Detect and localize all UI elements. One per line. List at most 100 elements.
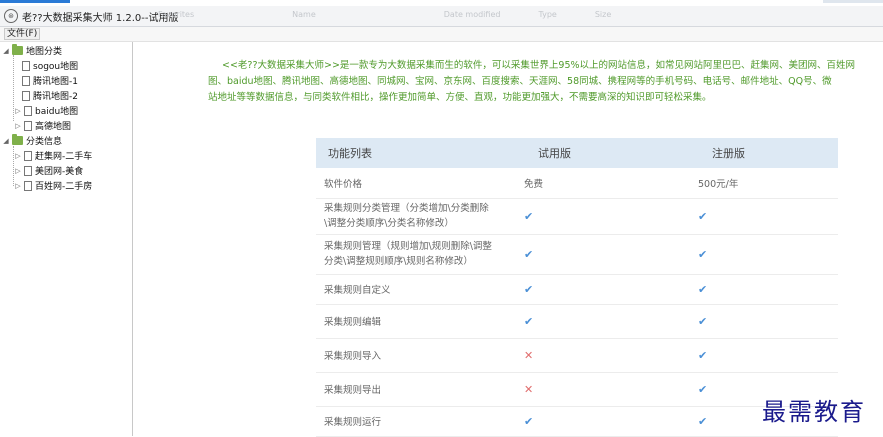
trial-cell: 免费 — [524, 168, 698, 199]
ghost-tab: Type — [538, 10, 557, 19]
registered-cell: ✔ — [698, 304, 838, 339]
collapse-triangle-icon[interactable]: ◢ — [2, 137, 10, 145]
table-row: 采集规则导入 ✕ ✔ — [316, 338, 838, 373]
document-icon — [22, 90, 30, 101]
feature-cell: 采集规则导入 — [316, 338, 524, 373]
feature-text: \调整分类顺序\分类名称修改） — [324, 218, 454, 229]
tree-item-tencent-map-1[interactable]: 腾讯地图-1 — [20, 74, 78, 87]
tree-item-sogou-map[interactable]: sogou地图 — [20, 59, 78, 72]
trial-cell: ✔ — [524, 274, 698, 305]
feature-cell: 软件价格 — [316, 168, 524, 199]
category-tree: ◢ 地图分类 sogou地图 腾讯地图-1 腾讯地图-2 ▷ baidu地图 ▷… — [0, 42, 133, 436]
watermark-text: 最需教育 — [762, 398, 866, 426]
tree-label: 百姓网-二手房 — [35, 182, 93, 192]
tree-label: 地图分类 — [26, 47, 63, 57]
intro-line: 站地址等等数据信息，与同类软件相比，操作更加简单、方便、直观，功能更加强大，不需… — [208, 92, 712, 103]
tree-item-ganji-used-car[interactable]: ▷ 赶集网-二手车 — [14, 149, 92, 162]
trial-cell: ✕ — [524, 338, 698, 373]
feature-cell: 采集规则管理（规则增加\规则删除\调整 分类\调整规则顺序\规则名称修改） — [316, 234, 524, 275]
feature-comparison-table: 功能列表 试用版 注册版 软件价格 免费 500元/年 采集规则分类管理（分类增… — [316, 138, 838, 437]
tree-label: 腾讯地图-2 — [33, 92, 78, 102]
table-header-row: 功能列表 试用版 注册版 — [316, 138, 838, 168]
collapse-triangle-icon[interactable]: ◢ — [2, 47, 10, 55]
check-icon: ✔ — [524, 414, 534, 428]
registered-cell: ✔ — [698, 234, 838, 275]
table-row: 采集规则分类管理（分类增加\分类删除 \调整分类顺序\分类名称修改） ✔ ✔ — [316, 198, 838, 235]
registered-cell: ✔ — [698, 338, 838, 373]
feature-cell: 采集规则编辑 — [316, 304, 524, 339]
check-icon: ✔ — [524, 209, 534, 223]
table-row: 采集规则运行 ✔ ✔ — [316, 406, 838, 437]
expand-triangle-icon[interactable]: ▷ — [14, 107, 22, 115]
check-icon: ✔ — [698, 209, 708, 223]
expand-triangle-icon[interactable]: ▷ — [14, 167, 22, 175]
document-icon — [24, 180, 32, 191]
taskbar-accent — [0, 0, 70, 3]
column-header-registered: 注册版 — [712, 147, 745, 160]
tree-label: 腾讯地图-1 — [33, 77, 78, 87]
feature-cell: 采集规则自定义 — [316, 274, 524, 305]
check-icon: ✔ — [698, 282, 708, 296]
registered-cell: ✔ — [698, 274, 838, 305]
tree-label: 高德地图 — [35, 122, 72, 132]
feature-text: 采集规则管理（规则增加\规则删除\调整 — [324, 241, 492, 252]
registered-cell: 500元/年 — [698, 168, 838, 199]
tree-item-gaode-map[interactable]: ▷ 高德地图 — [14, 119, 71, 132]
check-icon: ✔ — [524, 282, 534, 296]
expand-triangle-icon[interactable]: ▷ — [14, 122, 22, 130]
column-header-trial: 试用版 — [538, 147, 571, 160]
document-icon — [22, 75, 30, 86]
trial-cell: ✔ — [524, 304, 698, 339]
tree-item-tencent-map-2[interactable]: 腾讯地图-2 — [20, 89, 78, 102]
menu-file[interactable]: 文件(F) — [4, 28, 41, 40]
tree-folder-map[interactable]: ◢ 地图分类 — [2, 44, 62, 57]
document-icon — [24, 150, 32, 161]
background-column-headers: Favorites Name Date modified Type Size — [150, 10, 641, 19]
trial-cell: ✕ — [524, 372, 698, 407]
check-icon: ✔ — [698, 314, 708, 328]
ghost-tab: Favorites — [158, 10, 195, 19]
title-bar: ⊛ 老??大数据采集大师 1.2.0--试用版 Favorites Name D… — [0, 6, 883, 27]
check-icon: ✔ — [524, 314, 534, 328]
tree-item-baixing-used-house[interactable]: ▷ 百姓网-二手房 — [14, 179, 92, 192]
tree-item-meituan-food[interactable]: ▷ 美团网-美食 — [14, 164, 83, 177]
folder-icon — [12, 134, 23, 145]
tree-label: 美团网-美食 — [35, 167, 84, 177]
tree-label: baidu地图 — [35, 107, 79, 117]
expand-triangle-icon[interactable]: ▷ — [14, 182, 22, 190]
table-row: 采集规则编辑 ✔ ✔ — [316, 304, 838, 339]
registered-cell: ✔ — [698, 198, 838, 235]
intro-text: <<老??大数据采集大师>>是一款专为大数据采集而生的软件，可以采集世界上95%… — [208, 58, 882, 106]
feature-text: 采集规则分类管理（分类增加\分类删除 — [324, 203, 489, 214]
folder-icon — [12, 44, 23, 55]
expand-triangle-icon[interactable]: ▷ — [14, 152, 22, 160]
document-icon — [24, 165, 32, 176]
trial-cell: ✔ — [524, 406, 698, 437]
app-logo-icon: ⊛ — [4, 9, 18, 23]
document-icon — [22, 60, 30, 71]
menu-bar: 文件(F) — [0, 27, 883, 42]
table-row: 采集规则自定义 ✔ ✔ — [316, 274, 838, 305]
table-row: 软件价格 免费 500元/年 — [316, 168, 838, 199]
document-icon — [24, 105, 32, 116]
feature-cell: 采集规则导出 — [316, 372, 524, 407]
cross-icon: ✕ — [524, 382, 534, 396]
tree-label: sogou地图 — [33, 62, 79, 72]
check-icon: ✔ — [698, 382, 708, 396]
document-icon — [24, 120, 32, 131]
table-row: 采集规则管理（规则增加\规则删除\调整 分类\调整规则顺序\规则名称修改） ✔ … — [316, 234, 838, 275]
check-icon: ✔ — [524, 247, 534, 261]
check-icon: ✔ — [698, 247, 708, 261]
tree-folder-classifieds[interactable]: ◢ 分类信息 — [2, 134, 62, 147]
column-header-feature: 功能列表 — [328, 147, 372, 160]
check-icon: ✔ — [698, 348, 708, 362]
table-row: 采集规则导出 ✕ ✔ — [316, 372, 838, 407]
trial-cell: ✔ — [524, 198, 698, 235]
cross-icon: ✕ — [524, 348, 534, 362]
taskbar-accent-right — [823, 0, 883, 3]
ghost-tab: Size — [594, 10, 612, 19]
feature-cell: 采集规则运行 — [316, 406, 524, 437]
ghost-tab: Date modified — [443, 10, 501, 19]
intro-line: 图、baidu地图、腾讯地图、高德地图、同城网、宝网、京东网、百度搜索、天涯网、… — [208, 76, 832, 87]
tree-item-baidu-map[interactable]: ▷ baidu地图 — [14, 104, 78, 117]
